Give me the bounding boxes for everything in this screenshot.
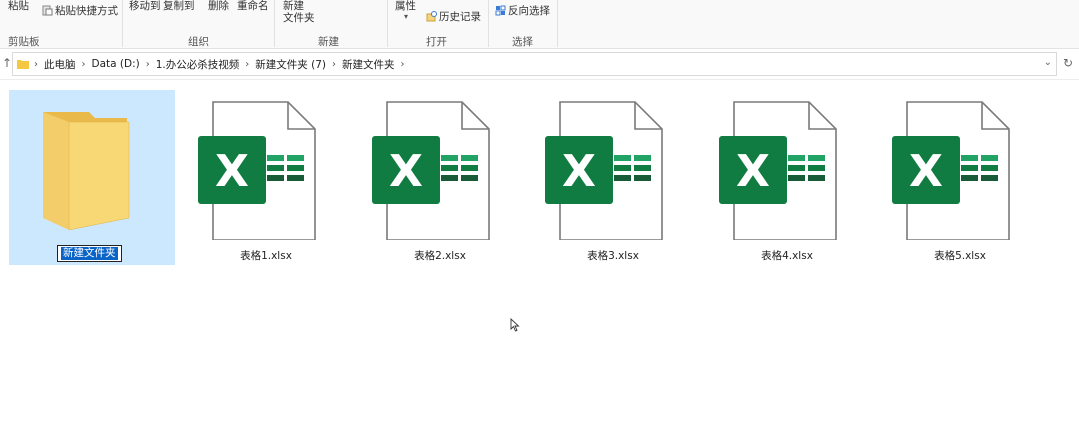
excel-letter: X [389, 146, 423, 197]
breadcrumb-item-new-folder[interactable]: 新建文件夹 [342, 57, 395, 72]
breadcrumb-item-this-pc[interactable]: 此电脑 [44, 57, 76, 72]
select-group-label: 选择 [512, 36, 533, 48]
separator [488, 0, 489, 47]
ribbon: 粘贴 粘贴快捷方式 剪贴板 移动到 复制到 删除 重命名 组织 新建 文件夹 新… [0, 0, 1079, 49]
new-folder-button[interactable]: 新建 文件夹 [283, 0, 315, 24]
separator [274, 0, 275, 47]
new-folder-label-line1: 新建 [283, 0, 304, 12]
new-group-label: 新建 [318, 36, 339, 48]
file-name-label: 表格1.xlsx [240, 250, 292, 262]
address-bar[interactable]: › 此电脑 › Data (D:) › 1.办公必杀技视频 › 新建文件夹 (7… [12, 52, 1057, 76]
paste-shortcut-button[interactable]: 粘贴快捷方式 [42, 5, 118, 17]
paste-shortcut-icon [42, 5, 53, 16]
excel-file-icon: X [372, 101, 490, 240]
chevron-right-icon[interactable]: › [82, 59, 86, 70]
move-to-button[interactable]: 移动到 [129, 0, 161, 12]
history-label: 历史记录 [439, 11, 481, 23]
properties-dropdown-icon[interactable]: ▾ [404, 12, 408, 21]
excel-letter: X [215, 146, 249, 197]
organize-group-label: 组织 [188, 36, 209, 48]
history-icon [426, 11, 437, 22]
excel-file-icon: X [545, 101, 663, 240]
excel-file-icon: X [892, 101, 1010, 240]
invert-selection-button[interactable]: 反向选择 [495, 5, 550, 17]
breadcrumb-item-videos[interactable]: 1.办公必杀技视频 [156, 57, 240, 72]
open-group-label: 打开 [426, 36, 447, 48]
file-item[interactable]: X 表格2.xlsx [357, 90, 523, 265]
file-item[interactable]: X 表格1.xlsx [183, 90, 349, 265]
up-arrow-icon[interactable]: ↑ [2, 56, 12, 70]
separator [387, 0, 388, 47]
properties-button[interactable]: 属性 [395, 0, 416, 12]
address-row: ↑ › 此电脑 › Data (D:) › 1.办公必杀技视频 › 新建文件夹 … [0, 49, 1079, 80]
excel-file-icon: X [719, 101, 837, 240]
refresh-icon[interactable]: ↻ [1063, 56, 1073, 70]
history-button[interactable]: 历史记录 [426, 11, 481, 23]
excel-file-icon: X [198, 101, 316, 240]
excel-letter: X [562, 146, 596, 197]
file-item[interactable]: X 表格3.xlsx [530, 90, 696, 265]
breadcrumb-item-folder-7[interactable]: 新建文件夹 (7) [255, 57, 326, 72]
file-name-label: 表格3.xlsx [587, 250, 639, 262]
chevron-down-icon[interactable]: ⌄ [1044, 57, 1052, 68]
clipboard-group-label: 剪贴板 [8, 36, 40, 48]
chevron-right-icon[interactable]: › [245, 59, 249, 70]
chevron-right-icon[interactable]: › [332, 59, 336, 70]
delete-button[interactable]: 删除 [208, 0, 229, 12]
excel-letter: X [909, 146, 943, 197]
folder-icon [43, 112, 130, 231]
breadcrumb-item-drive[interactable]: Data (D:) [92, 58, 140, 70]
separator [557, 0, 558, 47]
rename-button[interactable]: 重命名 [237, 0, 269, 12]
file-name-label: 表格4.xlsx [761, 250, 813, 262]
folder-item[interactable]: 新建文件夹 [9, 90, 175, 265]
chevron-right-icon[interactable]: › [400, 59, 404, 70]
rename-input[interactable]: 新建文件夹 [57, 245, 122, 262]
breadcrumb: › 此电脑 › Data (D:) › 1.办公必杀技视频 › 新建文件夹 (7… [17, 53, 406, 75]
folder-small-icon [17, 60, 29, 69]
copy-to-button[interactable]: 复制到 [163, 0, 195, 12]
excel-letter: X [736, 146, 770, 197]
file-item[interactable]: X 表格5.xlsx [877, 90, 1043, 265]
separator [122, 0, 123, 47]
new-folder-label-line2: 文件夹 [283, 12, 315, 24]
mouse-cursor-icon [510, 318, 520, 332]
invert-selection-label: 反向选择 [508, 5, 550, 17]
chevron-right-icon[interactable]: › [146, 59, 150, 70]
paste-shortcut-label: 粘贴快捷方式 [55, 5, 118, 17]
rename-input-text: 新建文件夹 [61, 247, 118, 260]
file-name-label: 表格2.xlsx [414, 250, 466, 262]
invert-selection-icon [495, 5, 506, 16]
file-name-label: 表格5.xlsx [934, 250, 986, 262]
file-item[interactable]: X 表格4.xlsx [704, 90, 870, 265]
paste-button[interactable]: 粘贴 [8, 0, 29, 12]
chevron-right-icon[interactable]: › [34, 59, 38, 70]
